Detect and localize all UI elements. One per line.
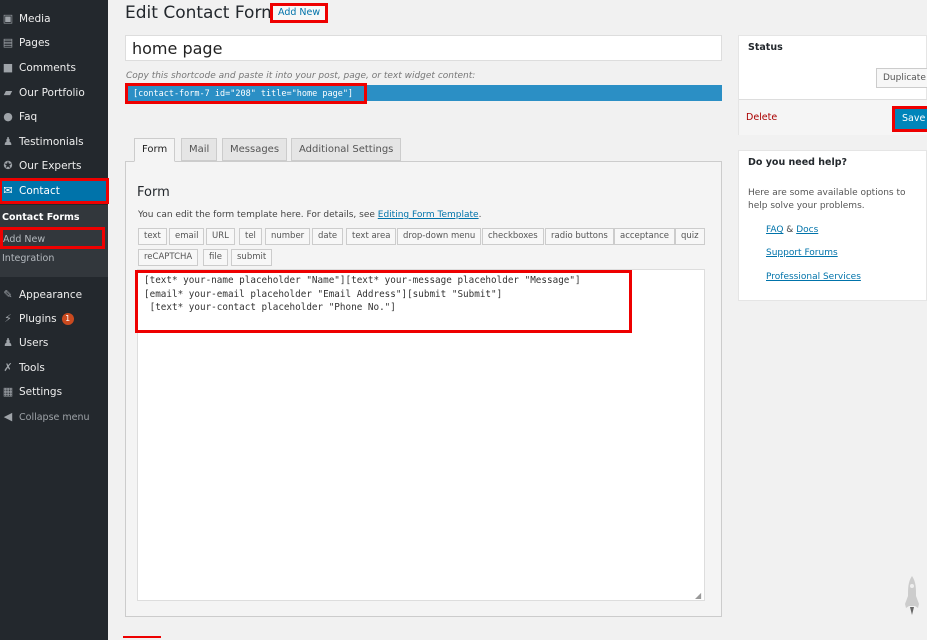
sidebar-item-faq[interactable]: ● Faq — [0, 105, 108, 129]
sidebar-item-users[interactable]: ♟ Users — [0, 331, 108, 355]
brush-icon: ✎ — [3, 288, 13, 301]
rocket-icon[interactable] — [902, 574, 922, 624]
help-text: Here are some available options to help … — [748, 188, 906, 211]
tab-messages[interactable]: Messages — [222, 138, 288, 161]
tag-button-number[interactable]: number — [265, 228, 311, 245]
tab-mail[interactable]: Mail — [181, 138, 218, 161]
sidebar-item-tools[interactable]: ✗ Tools — [0, 356, 108, 380]
professional-services-link[interactable]: Professional Services — [766, 272, 861, 282]
tag-button-submit[interactable]: submit — [231, 249, 273, 266]
admin-sidebar: ▣ Media ▤ Pages ■ Comments ▰ Our Portfolio ●… — [0, 0, 109, 640]
wrench-icon: ✗ — [3, 361, 13, 374]
users-icon: ♟ — [3, 336, 13, 349]
tag-button-file[interactable]: file — [203, 249, 228, 266]
tab-additional-settings[interactable]: Additional Settings — [291, 138, 402, 161]
resize-handle-icon[interactable]: ◢ — [695, 591, 701, 600]
folder-icon: ▰ — [3, 86, 13, 99]
sidebar-item-appearance[interactable]: ✎ Appearance — [0, 283, 108, 307]
shortcode-label: Copy this shortcode and paste it into yo… — [126, 71, 476, 81]
contact-submenu: Contact Forms Add New Integration — [0, 205, 108, 277]
shortcode-value[interactable]: [contact-form-7 id="208" title="home pag… — [125, 83, 367, 104]
submenu-contact-forms[interactable]: Contact Forms — [2, 212, 80, 223]
comments-icon: ■ — [2, 61, 14, 74]
save-button[interactable]: Save — [892, 106, 927, 132]
pages-icon: ▤ — [2, 36, 14, 49]
plugins-update-badge: 1 — [61, 313, 74, 325]
settings-icon: ▦ — [2, 385, 14, 398]
support-forums-link[interactable]: Support Forums — [766, 248, 838, 258]
tag-button-url[interactable]: URL — [206, 228, 235, 245]
tag-button-quiz[interactable]: quiz — [675, 228, 705, 245]
tag-button-radio[interactable]: radio buttons — [545, 228, 614, 245]
help-box: Do you need help? Here are some availabl… — [738, 150, 927, 301]
add-new-button[interactable]: Add New — [270, 3, 329, 23]
sidebar-item-media[interactable]: ▣ Media — [0, 7, 108, 31]
status-title: Status — [748, 42, 783, 53]
docs-link[interactable]: Docs — [796, 225, 818, 235]
media-icon: ▣ — [2, 12, 14, 25]
form-heading: Form — [137, 185, 170, 200]
page-title: Edit Contact Form — [125, 3, 278, 23]
form-template-content[interactable]: [text* your-name placeholder "Name"][tex… — [135, 270, 632, 333]
tag-button-checkboxes[interactable]: checkboxes — [482, 228, 544, 245]
sidebar-item-portfolio[interactable]: ▰ Our Portfolio — [0, 81, 108, 105]
tag-button-date[interactable]: date — [312, 228, 344, 245]
sidebar-item-contact[interactable]: ✉ Contact — [0, 178, 109, 204]
plugin-icon: ⚡ — [4, 312, 12, 325]
tab-form[interactable]: Form — [134, 138, 176, 162]
tag-button-email[interactable]: email — [169, 228, 205, 245]
question-icon: ● — [3, 110, 13, 123]
award-icon: ✪ — [3, 159, 13, 172]
tag-button-dropdown[interactable]: drop-down menu — [397, 228, 482, 245]
highlight-marker — [123, 636, 161, 638]
delete-link[interactable]: Delete — [746, 112, 777, 123]
collapse-menu-button[interactable]: ◀ Collapse menu — [0, 405, 108, 429]
tag-button-textarea[interactable]: text area — [346, 228, 397, 245]
submenu-integration[interactable]: Integration — [2, 253, 54, 264]
form-title-input[interactable]: home page — [125, 35, 722, 61]
editing-template-link[interactable]: Editing Form Template — [378, 210, 479, 220]
person-icon: ♟ — [3, 135, 13, 148]
sidebar-item-comments[interactable]: ■ Comments — [0, 56, 108, 80]
sidebar-item-experts[interactable]: ✪ Our Experts — [0, 154, 108, 178]
duplicate-button[interactable]: Duplicate — [876, 68, 927, 88]
sidebar-item-plugins[interactable]: ⚡ Plugins 1 — [0, 307, 108, 331]
help-title: Do you need help? — [748, 157, 848, 168]
status-box: Status Duplicate Delete Save — [738, 35, 927, 135]
faq-link[interactable]: FAQ — [766, 225, 783, 235]
form-description: You can edit the form template here. For… — [138, 210, 482, 220]
collapse-icon: ◀ — [3, 410, 13, 423]
sidebar-item-settings[interactable]: ▦ Settings — [0, 380, 108, 404]
tag-button-tel[interactable]: tel — [239, 228, 262, 245]
sidebar-item-testimonials[interactable]: ♟ Testimonials — [0, 130, 108, 154]
tag-button-text[interactable]: text — [138, 228, 167, 245]
submenu-add-new[interactable]: Add New — [0, 227, 105, 249]
tag-button-recaptcha[interactable]: reCAPTCHA — [138, 249, 199, 266]
sidebar-item-pages[interactable]: ▤ Pages — [0, 31, 108, 55]
envelope-icon: ✉ — [3, 184, 13, 197]
tag-button-acceptance[interactable]: acceptance — [614, 228, 676, 245]
